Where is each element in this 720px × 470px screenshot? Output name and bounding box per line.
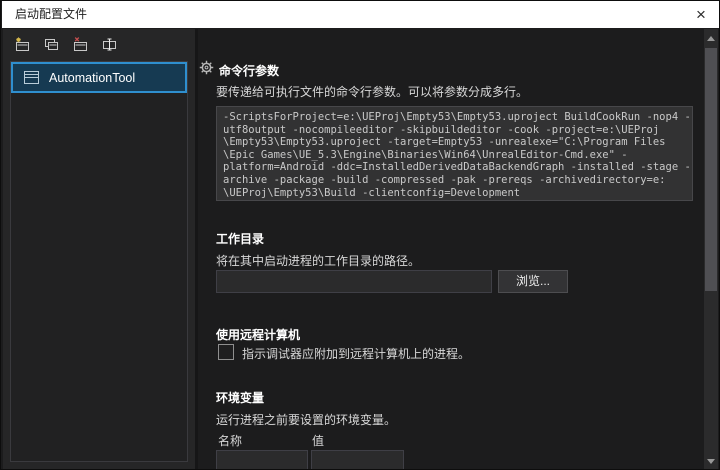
- close-icon[interactable]: ×: [689, 4, 713, 26]
- delete-profile-icon: [72, 36, 89, 53]
- profiles-panel: AutomationTool: [3, 29, 195, 469]
- profiles-toolbar: [13, 35, 118, 53]
- panel-divider: [195, 29, 198, 469]
- browse-button[interactable]: 浏览...: [498, 270, 568, 293]
- launch-profiles-dialog: 启动配置文件 ×: [0, 0, 720, 470]
- env-value-column-header: 值: [312, 432, 324, 449]
- working-directory-input[interactable]: [216, 270, 492, 293]
- environment-variables-description: 运行进程之前要设置的环境变量。: [216, 411, 396, 428]
- delete-profile-button[interactable]: [71, 35, 89, 53]
- working-directory-section-title: 工作目录: [216, 230, 264, 247]
- env-name-column-header: 名称: [218, 432, 242, 449]
- env-name-input[interactable]: [216, 450, 308, 470]
- duplicate-profile-icon: [43, 36, 60, 53]
- application-window-icon: [24, 71, 39, 84]
- remote-machine-checkbox-label: 指示调试器应附加到远程计算机上的进程。: [242, 345, 470, 362]
- rename-profile-button[interactable]: [100, 35, 118, 53]
- environment-variables-section-title: 环境变量: [216, 389, 264, 406]
- profiles-list[interactable]: AutomationTool: [10, 61, 188, 462]
- command-line-arguments-textarea[interactable]: -ScriptsForProject=e:\UEProj\Empty53\Emp…: [216, 106, 693, 201]
- duplicate-profile-button[interactable]: [42, 35, 60, 53]
- new-profile-button[interactable]: [13, 35, 31, 53]
- command-line-section-title: 命令行参数: [219, 62, 279, 79]
- profile-item-label: AutomationTool: [49, 71, 135, 85]
- scroll-down-icon[interactable]: [704, 454, 718, 468]
- scroll-up-icon[interactable]: [704, 31, 718, 45]
- scrollbar-thumb[interactable]: [705, 48, 717, 291]
- profile-item-automationtool[interactable]: AutomationTool: [11, 62, 187, 93]
- dialog-title: 启动配置文件: [15, 1, 87, 28]
- vertical-scrollbar[interactable]: [704, 29, 718, 470]
- remote-machine-checkbox[interactable]: [218, 344, 234, 360]
- remote-machine-section-title: 使用远程计算机: [216, 326, 300, 343]
- new-profile-icon: [14, 36, 31, 53]
- titlebar: 启动配置文件 ×: [2, 1, 719, 28]
- gear-icon: [199, 60, 214, 80]
- working-directory-description: 将在其中启动进程的工作目录的路径。: [216, 252, 420, 269]
- env-value-input[interactable]: [311, 450, 404, 470]
- command-line-description: 要传递给可执行文件的命令行参数。可以将参数分成多行。: [216, 83, 528, 100]
- rename-profile-icon: [101, 36, 118, 53]
